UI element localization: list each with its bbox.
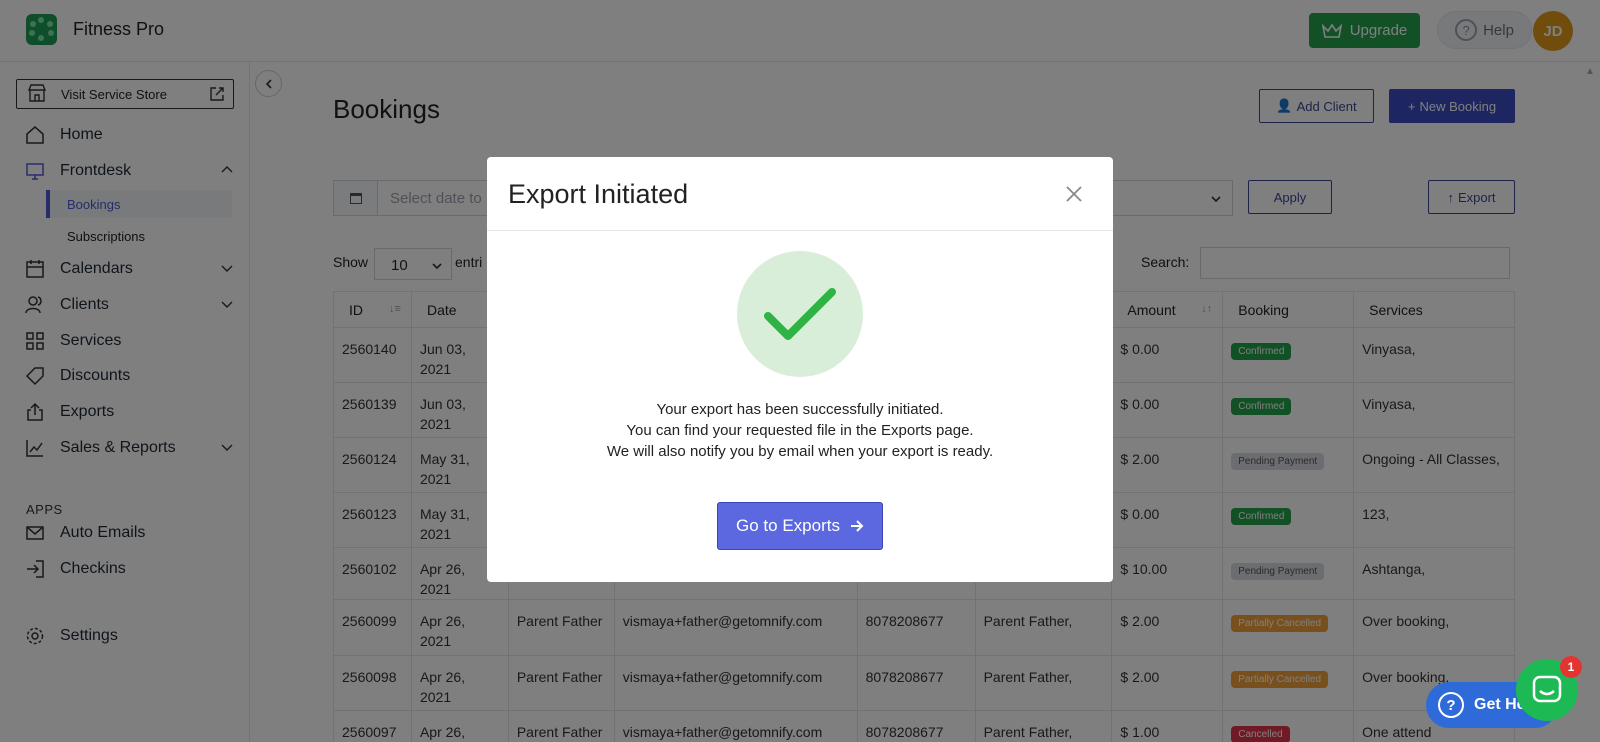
go-to-exports-label: Go to Exports [736,516,840,535]
chat-icon [1532,675,1562,703]
modal-message: Your export has been successfully initia… [487,399,1113,462]
scroll-up-arrow[interactable]: ▲ [1585,66,1595,77]
notification-badge: 1 [1560,656,1582,678]
go-to-exports-button[interactable]: Go to Exports [717,502,883,550]
question-icon: ? [1438,692,1464,718]
modal-message-line: You can find your requested file in the … [626,422,974,439]
close-icon[interactable] [1062,182,1086,206]
modal-message-line: Your export has been successfully initia… [656,401,944,418]
modal-message-line: We will also notify you by email when yo… [606,443,994,460]
export-modal: Export Initiated Your export has been su… [487,157,1113,582]
modal-title: Export Initiated [508,179,689,209]
success-check-icon [737,251,863,377]
arrow-right-icon [850,520,864,532]
modal-header: Export Initiated [487,157,1113,231]
